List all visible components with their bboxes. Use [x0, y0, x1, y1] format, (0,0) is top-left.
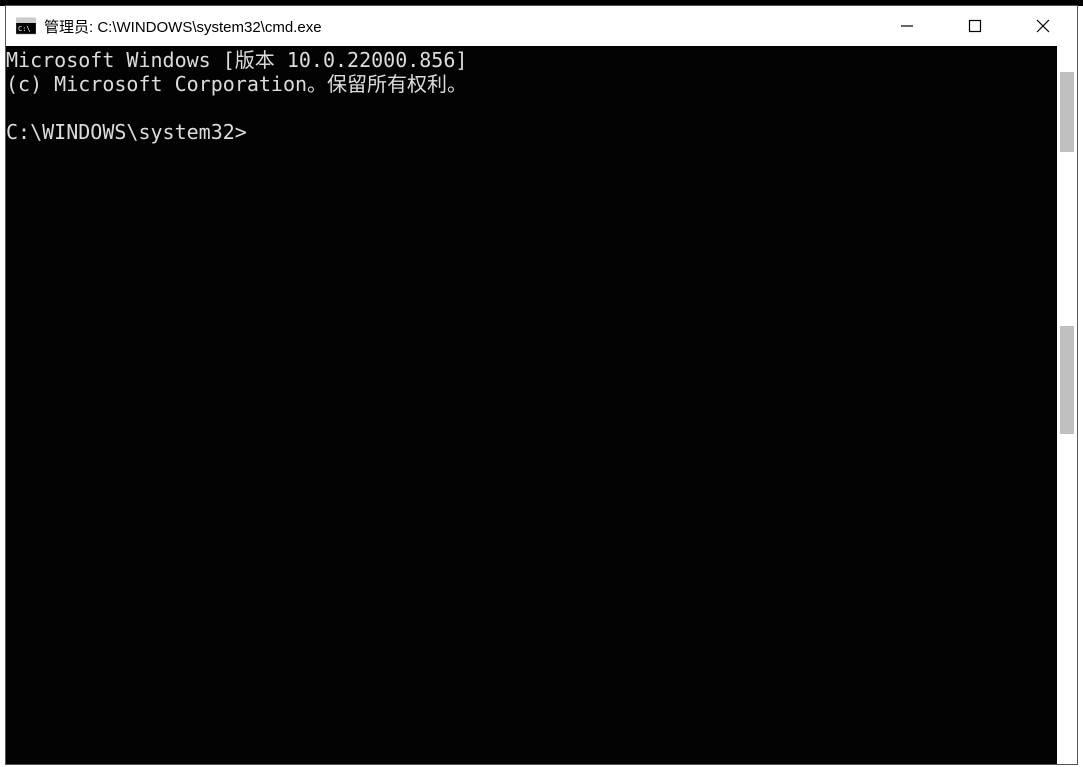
svg-text:C:\: C:\: [18, 25, 31, 33]
close-button[interactable]: [1009, 6, 1077, 46]
terminal-line: Microsoft Windows [版本 10.0.22000.856]: [6, 48, 467, 72]
cmd-icon: C:\: [16, 16, 36, 36]
minimize-button[interactable]: [873, 6, 941, 46]
cmd-window: C:\ 管理员: C:\WINDOWS\system32\cmd.exe Mic…: [5, 5, 1078, 765]
terminal-wrap: Microsoft Windows [版本 10.0.22000.856] (c…: [6, 46, 1077, 764]
terminal-line: (c) Microsoft Corporation。保留所有权利。: [6, 72, 467, 96]
maximize-button[interactable]: [941, 6, 1009, 46]
scrollbar-thumb[interactable]: [1060, 326, 1074, 434]
scrollbar-thumb[interactable]: [1060, 72, 1074, 152]
window-titlebar[interactable]: C:\ 管理员: C:\WINDOWS\system32\cmd.exe: [6, 6, 1077, 46]
terminal-output[interactable]: Microsoft Windows [版本 10.0.22000.856] (c…: [6, 46, 1057, 764]
window-title: 管理员: C:\WINDOWS\system32\cmd.exe: [44, 16, 873, 37]
window-controls: [873, 6, 1077, 46]
vertical-scrollbar[interactable]: [1057, 46, 1077, 764]
terminal-prompt: C:\WINDOWS\system32>: [6, 120, 247, 144]
